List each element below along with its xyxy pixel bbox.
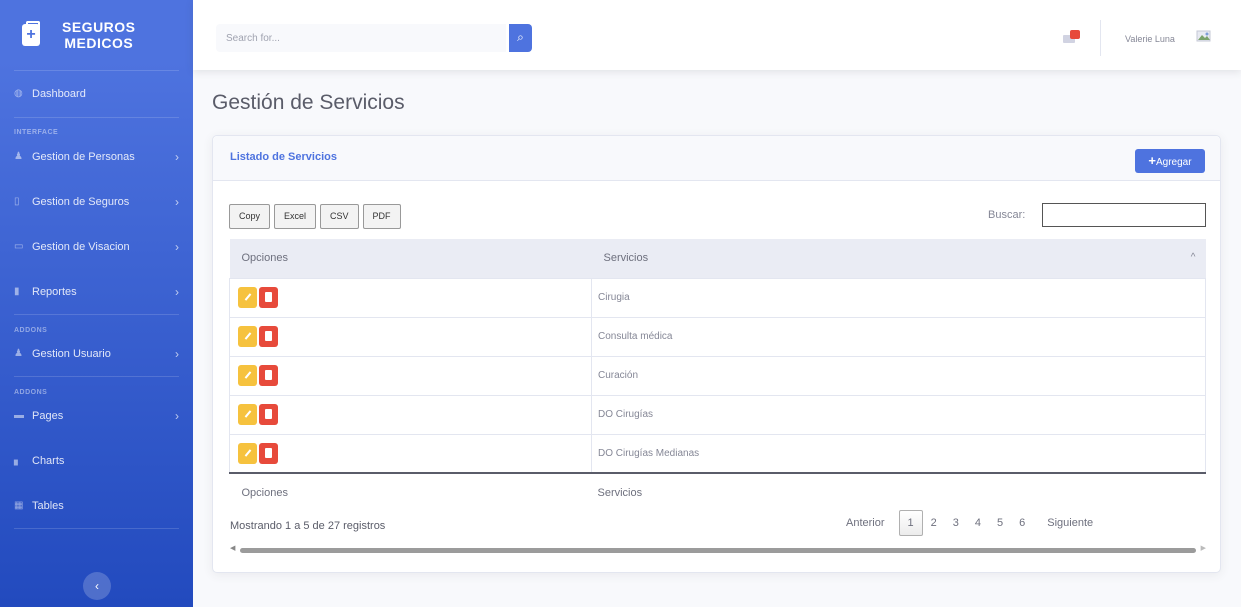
scroll-right-icon[interactable]: ▶ (1201, 544, 1206, 552)
service-cell: Consulta médica (591, 316, 1206, 356)
delete-icon[interactable] (259, 287, 278, 308)
excel-button[interactable]: Excel (274, 204, 317, 229)
chart-icon: ▖ (14, 454, 22, 466)
csv-button[interactable]: CSV (320, 204, 359, 229)
pagination: Anterior 1 2 3 4 5 6 Siguiente (838, 510, 1101, 536)
topbar: ⌕ Valerie Luna (193, 0, 1241, 70)
delete-icon[interactable] (259, 442, 278, 464)
scrollbar-thumb[interactable] (240, 548, 1196, 553)
sidebar-item-charts[interactable]: ▖ Charts (0, 438, 193, 483)
footer-opciones: Opciones (229, 472, 592, 512)
column-header-opciones[interactable]: Opciones (229, 239, 592, 278)
plus-icon: + (1148, 153, 1156, 168)
delete-icon[interactable] (259, 404, 278, 425)
pdf-button[interactable]: PDF (362, 204, 401, 229)
copy-button[interactable]: Copy (229, 204, 271, 229)
scroll-left-icon[interactable]: ◀ (230, 544, 235, 552)
chevron-right-icon: › (175, 346, 179, 361)
delete-icon[interactable] (259, 365, 278, 386)
pagination-page-current[interactable]: 1 (898, 510, 923, 536)
edit-icon[interactable] (238, 404, 257, 425)
search-icon: ⌕ (517, 30, 524, 44)
pagination-next[interactable]: Siguiente (1039, 517, 1101, 529)
report-icon: ▮ (14, 285, 20, 297)
search-button[interactable]: ⌕ (509, 24, 532, 52)
edit-icon[interactable] (238, 287, 257, 308)
service-cell: DO Cirugías (591, 394, 1206, 434)
folder-icon: ▬ (14, 409, 24, 421)
service-cell: Cirugia (591, 277, 1206, 317)
sidebar-item-pages[interactable]: ▬ Pages › (0, 393, 193, 438)
add-button[interactable]: +Agregar (1135, 149, 1205, 173)
table-row: Cirugia (229, 277, 1206, 317)
pagination-page[interactable]: 5 (989, 517, 1011, 529)
brand-text: SEGUROS MEDICOS (62, 19, 136, 51)
table-row: DO Cirugías (229, 394, 1206, 434)
page-title: Gestión de Servicios (212, 91, 405, 114)
sidebar-divider (14, 376, 179, 377)
services-table: Opciones Servicios ^ Cirugia Consulta méd… (229, 239, 1206, 512)
sort-caret-icon: ^ (1190, 252, 1196, 264)
chevron-right-icon: › (175, 239, 179, 254)
edit-icon[interactable] (238, 326, 257, 347)
edit-icon[interactable] (238, 365, 257, 386)
pagination-page[interactable]: 4 (967, 517, 989, 529)
users-icon: ♟ (14, 150, 23, 162)
chevron-right-icon: › (175, 194, 179, 209)
medical-kit-icon (22, 21, 40, 46)
export-buttons: Copy Excel CSV PDF (229, 204, 405, 229)
sidebar-item-reportes[interactable]: ▮ Reportes › (0, 269, 193, 314)
sidebar-item-usuario[interactable]: ♟ Gestion Usuario › (0, 331, 193, 376)
sidebar-divider (14, 528, 179, 529)
chevron-right-icon: › (175, 408, 179, 423)
topbar-divider (1100, 20, 1101, 56)
user-name[interactable]: Valerie Luna (1125, 34, 1175, 44)
search-input[interactable] (216, 24, 506, 52)
sidebar-item-dashboard[interactable]: ◍ Dashboard (0, 71, 193, 117)
sidebar-item-seguros[interactable]: ▯ Gestion de Seguros › (0, 179, 193, 224)
table-row: DO Cirugías Medianas (229, 433, 1206, 473)
edit-icon[interactable] (238, 442, 257, 464)
horizontal-scrollbar[interactable]: ◀ ▶ (230, 544, 1206, 554)
sidebar-divider (14, 117, 179, 118)
pagination-page[interactable]: 3 (945, 517, 967, 529)
sidebar: SEGUROS MEDICOS ◍ Dashboard INTERFACE ♟ … (0, 0, 193, 607)
sidebar-item-visacion[interactable]: ▭ Gestion de Visacion › (0, 224, 193, 269)
notification-badge (1070, 30, 1080, 39)
avatar[interactable] (1196, 28, 1212, 44)
dashboard-icon: ◍ (14, 88, 23, 99)
card-header: Listado de Servicios +Agregar (213, 136, 1220, 181)
table-info: Mostrando 1 a 5 de 27 registros (230, 520, 386, 532)
brand[interactable]: SEGUROS MEDICOS (0, 0, 193, 70)
pagination-page[interactable]: 6 (1011, 517, 1033, 529)
filter-label: Buscar: (988, 209, 1026, 221)
sidebar-item-tables[interactable]: ▦ Tables (0, 483, 193, 528)
filter-input[interactable] (1042, 203, 1206, 227)
card-title: Listado de Servicios (230, 151, 337, 163)
table-icon: ▦ (14, 499, 24, 511)
delete-icon[interactable] (259, 326, 278, 347)
service-cell: Curación (591, 355, 1206, 395)
service-cell: DO Cirugías Medianas (591, 433, 1206, 473)
sidebar-item-personas[interactable]: ♟ Gestion de Personas › (0, 134, 193, 179)
sidebar-divider (14, 314, 179, 315)
pagination-page[interactable]: 2 (923, 517, 945, 529)
pagination-prev[interactable]: Anterior (838, 517, 893, 529)
footer-servicios: Servicios (591, 472, 1206, 512)
card-icon: ▭ (14, 240, 24, 252)
chevron-right-icon: › (175, 149, 179, 164)
chevron-right-icon: › (175, 284, 179, 299)
services-card: Listado de Servicios +Agregar Copy Excel… (212, 135, 1221, 573)
user-cog-icon: ♟ (14, 347, 23, 359)
sidebar-toggle-button[interactable]: ‹ (83, 572, 111, 600)
file-icon: ▯ (14, 195, 20, 207)
table-footer-row: Opciones Servicios (229, 472, 1206, 512)
column-header-servicios[interactable]: Servicios ^ (591, 239, 1206, 278)
table-header-row: Opciones Servicios ^ (229, 239, 1206, 278)
table-row: Consulta médica (229, 316, 1206, 356)
table-row: Curación (229, 355, 1206, 395)
